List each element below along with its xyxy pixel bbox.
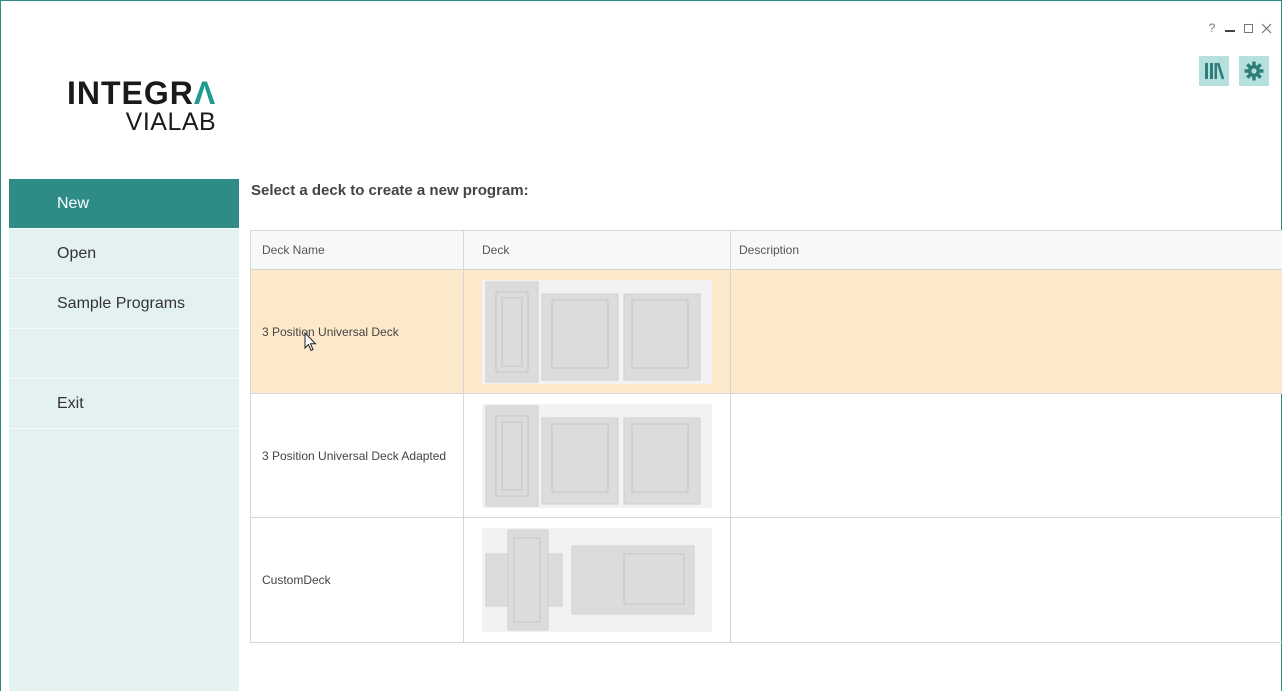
maximize-icon	[1243, 23, 1253, 33]
deck-description-cell	[731, 270, 1282, 393]
window-controls: ?	[1205, 21, 1273, 35]
sidebar-item-sample-programs[interactable]: Sample Programs	[9, 279, 239, 329]
integra-logo: INTEGRΛ VIALAB	[67, 77, 216, 135]
table-row[interactable]: 3 Position Universal Deck	[251, 270, 1282, 394]
sidebar: New Open Sample Programs Exit	[9, 179, 239, 691]
close-button[interactable]	[1259, 21, 1273, 35]
table-row[interactable]: CustomDeck	[251, 518, 1282, 642]
maximize-button[interactable]	[1241, 21, 1255, 35]
help-button[interactable]: ?	[1205, 21, 1219, 35]
minimize-icon	[1225, 30, 1235, 32]
column-header-description[interactable]: Description	[731, 231, 1282, 269]
logo-line2: VIALAB	[125, 108, 217, 136]
library-button[interactable]	[1199, 56, 1229, 86]
toolbar	[1199, 56, 1269, 86]
column-header-deck[interactable]: Deck	[464, 231, 731, 269]
deck-table: Deck Name Deck Description 3 Position Un…	[250, 230, 1282, 643]
deck-preview-image	[482, 279, 712, 384]
sidebar-item-open[interactable]: Open	[9, 229, 239, 279]
deck-name-cell: 3 Position Universal Deck Adapted	[251, 394, 464, 517]
page-title: Select a deck to create a new program:	[251, 182, 529, 199]
deck-description-cell	[731, 518, 1282, 642]
sidebar-item-label: Exit	[57, 394, 84, 412]
deck-preview-image	[482, 528, 712, 632]
sidebar-item-label: Sample Programs	[57, 294, 186, 312]
deck-preview-cell	[464, 518, 731, 642]
deck-name-cell: 3 Position Universal Deck	[251, 270, 464, 393]
sidebar-spacer	[9, 329, 239, 379]
table-row[interactable]: 3 Position Universal Deck Adapted	[251, 394, 1282, 518]
deck-description-cell	[731, 394, 1282, 517]
deck-preview-cell	[464, 270, 731, 393]
close-icon	[1261, 23, 1271, 33]
logo-line1: INTEGRΛ	[67, 75, 217, 111]
sidebar-item-label: New	[57, 194, 90, 212]
settings-button[interactable]	[1239, 56, 1269, 86]
minimize-button[interactable]	[1223, 21, 1237, 35]
column-header-deck-name[interactable]: Deck Name	[251, 231, 464, 269]
deck-preview-image	[482, 403, 712, 508]
deck-name-cell: CustomDeck	[251, 518, 464, 642]
table-header: Deck Name Deck Description	[251, 231, 1282, 270]
sidebar-item-exit[interactable]: Exit	[9, 379, 239, 429]
sidebar-item-label: Open	[57, 244, 97, 262]
app-window: ? INTEGRΛ VIALAB New Open Sample Program…	[0, 0, 1282, 691]
gear-icon	[1244, 61, 1264, 81]
deck-preview-cell	[464, 394, 731, 517]
library-icon	[1205, 62, 1224, 80]
sidebar-item-new[interactable]: New	[9, 179, 239, 229]
